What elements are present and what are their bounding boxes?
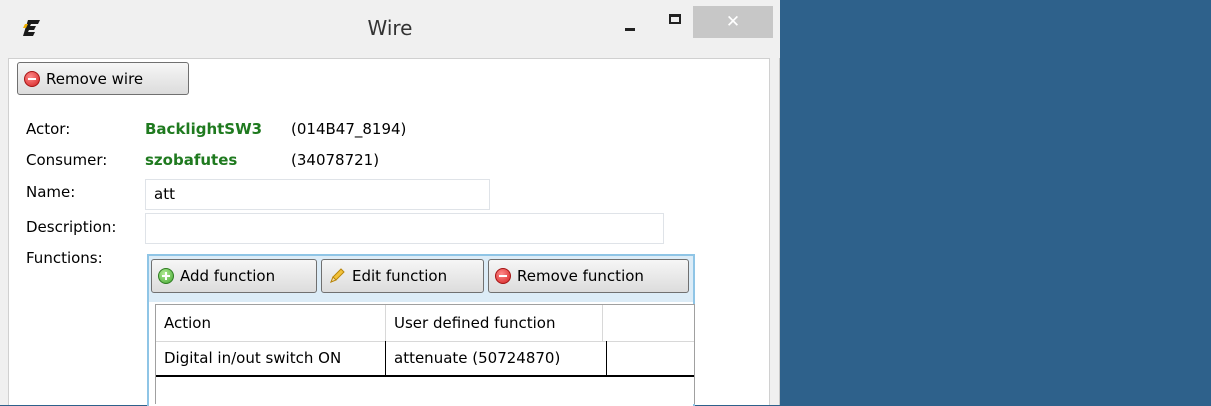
- remove-wire-button[interactable]: Remove wire: [17, 62, 189, 95]
- description-label: Description:: [26, 218, 117, 236]
- functions-table: Action User defined function Digital in/…: [155, 304, 695, 404]
- desktop-background: [781, 0, 1211, 405]
- wire-content: Remove wire Actor: BacklightSW3 (014B47_…: [8, 58, 770, 406]
- functions-toolbar: Add function Edit function Remove functi…: [149, 256, 693, 302]
- description-input[interactable]: [145, 213, 664, 244]
- remove-function-label: Remove function: [517, 267, 644, 285]
- remove-circle-icon: [24, 70, 40, 87]
- column-header-user-defined-function[interactable]: User defined function: [386, 305, 603, 341]
- actor-label: Actor:: [26, 120, 71, 138]
- close-button[interactable]: ✕: [693, 6, 773, 38]
- remove-function-button[interactable]: Remove function: [488, 259, 689, 293]
- wire-window: Wire ✕ Remove wire Actor: BacklightSW3 (…: [0, 0, 780, 406]
- consumer-name: szobafutes: [145, 151, 238, 169]
- edit-function-label: Edit function: [352, 267, 448, 285]
- minimize-button[interactable]: [608, 6, 648, 36]
- add-function-label: Add function: [180, 267, 276, 285]
- consumer-label: Consumer:: [26, 151, 108, 169]
- actor-id: (014B47_8194): [291, 120, 407, 138]
- remove-wire-label: Remove wire: [46, 69, 144, 88]
- table-header: Action User defined function: [156, 305, 694, 342]
- table-cell-user-defined-function[interactable]: attenuate (50724870): [386, 341, 607, 375]
- functions-panel: Add function Edit function Remove functi…: [147, 254, 695, 406]
- remove-circle-icon: [495, 268, 511, 284]
- add-circle-icon: [158, 268, 174, 284]
- actor-name: BacklightSW3: [145, 120, 263, 138]
- consumer-id: (34078721): [291, 151, 380, 169]
- name-input[interactable]: att: [145, 179, 490, 210]
- pencil-icon: [330, 268, 345, 283]
- functions-label: Functions:: [26, 249, 103, 267]
- close-icon: ✕: [725, 12, 741, 32]
- maximize-button[interactable]: [655, 6, 695, 36]
- add-function-button[interactable]: Add function: [151, 259, 317, 293]
- title-bar[interactable]: Wire ✕: [0, 0, 780, 58]
- column-header-action[interactable]: Action: [156, 305, 386, 341]
- edit-function-button[interactable]: Edit function: [321, 259, 484, 293]
- table-cell-action[interactable]: Digital in/out switch ON: [156, 341, 386, 375]
- row-separator: [156, 375, 694, 377]
- name-label: Name:: [26, 183, 76, 201]
